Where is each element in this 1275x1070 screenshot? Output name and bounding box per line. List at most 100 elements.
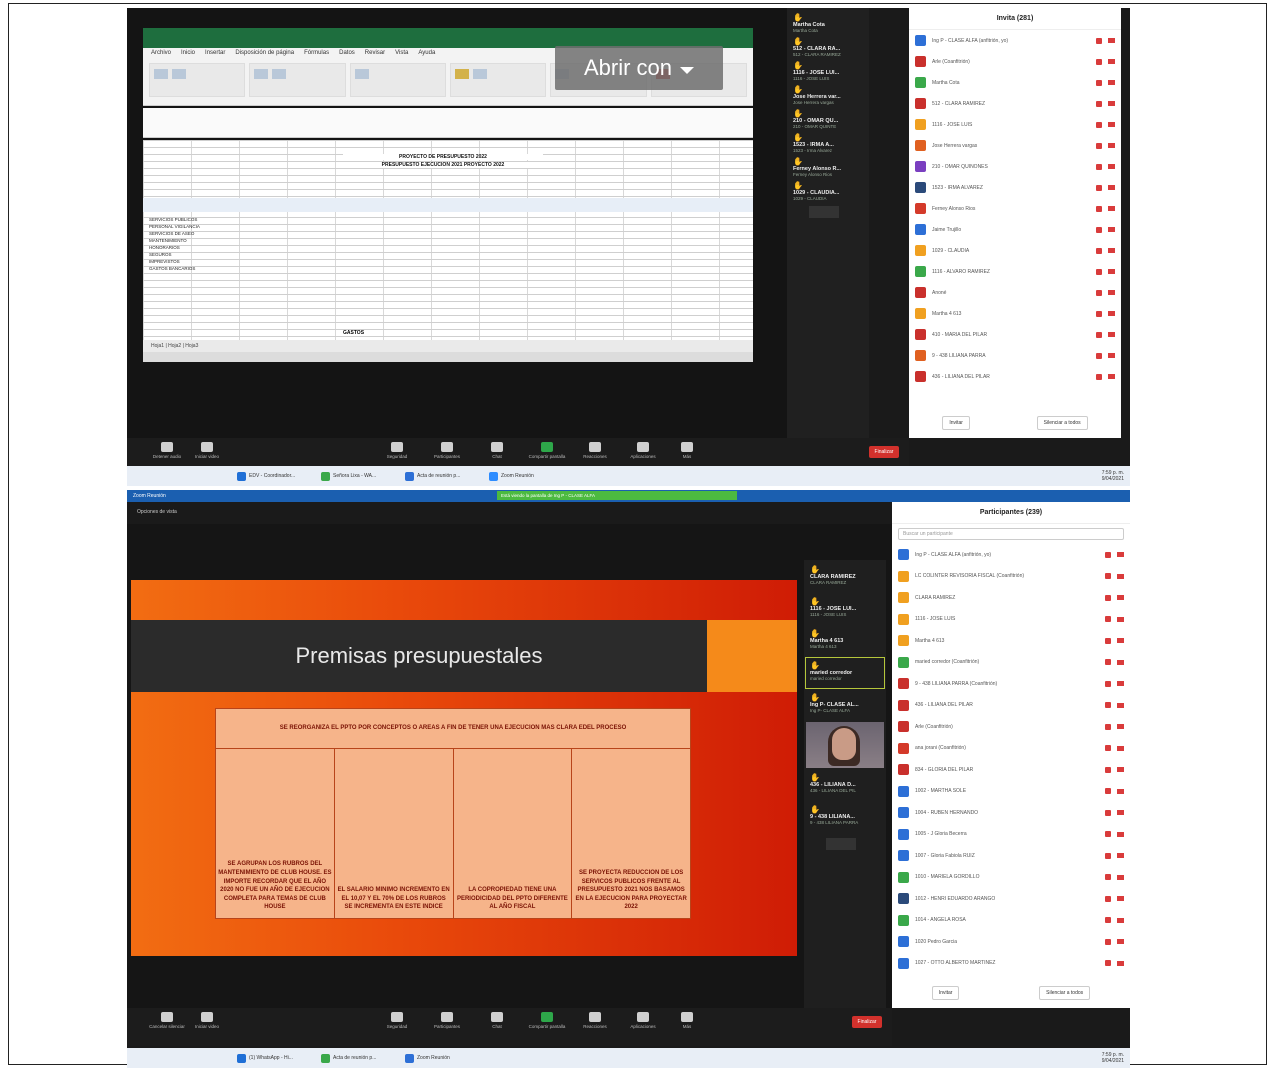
mute-all-button[interactable]: Silenciar a todos (1039, 986, 1091, 1000)
video-off-icon[interactable] (1117, 939, 1124, 945)
search-input[interactable]: Buscar un participante (898, 528, 1124, 540)
mic-muted-icon[interactable] (1105, 680, 1111, 687)
participant-row[interactable]: 9 - 438 LILIANA PARRA (909, 345, 1121, 366)
gallery-tile[interactable]: ✋ Ing P- CLASE AL... Ing P- CLASE ALFA (806, 690, 884, 720)
participant-row[interactable]: 436 - LILIANA DEL PILAR (892, 695, 1130, 717)
video-off-icon[interactable] (1108, 374, 1115, 379)
video-off-icon[interactable] (1108, 290, 1115, 295)
ribbon-tab[interactable]: Vista (395, 50, 408, 58)
toolbar-button[interactable]: Seguridad (377, 1012, 417, 1029)
toolbar-button[interactable]: Cancelar silenciar (147, 1012, 187, 1029)
participant-row[interactable]: ana jorani (Coanfitrión) (892, 738, 1130, 760)
ribbon-group[interactable] (249, 63, 346, 97)
mic-muted-icon[interactable] (1096, 331, 1102, 338)
taskbar-app[interactable]: EDV - Coordinador... (237, 470, 295, 482)
toolbar-button[interactable]: Participantes (427, 1012, 467, 1029)
video-off-icon[interactable] (1108, 122, 1115, 127)
toolbar-button[interactable]: Detener audio (147, 442, 187, 459)
toolbar-button[interactable]: Reacciones (575, 1012, 615, 1029)
video-off-icon[interactable] (1108, 269, 1115, 274)
ribbon-group[interactable] (149, 63, 246, 97)
participant-row[interactable]: 9 - 438 LILIANA PARRA (Coanfitrión) (892, 673, 1130, 695)
mic-muted-icon[interactable] (1105, 938, 1111, 945)
ribbon-tab[interactable]: Archivo (151, 50, 171, 58)
mic-muted-icon[interactable] (1105, 917, 1111, 924)
participant-row[interactable]: 1020 Pedro Garcia (892, 931, 1130, 953)
mic-muted-icon[interactable] (1105, 659, 1111, 666)
gallery-tile[interactable]: ✋ 1116 - JOSE LUI... 1116 - JOSE LUIS (806, 594, 884, 624)
video-off-icon[interactable] (1117, 853, 1124, 859)
mic-muted-icon[interactable] (1096, 247, 1102, 254)
video-off-icon[interactable] (1108, 164, 1115, 169)
mute-all-button[interactable]: Silenciar a todos (1036, 416, 1088, 430)
gallery-tile[interactable]: ✋ 512 - CLARA RA... 512 - CLARA RAMIREZ (789, 34, 867, 58)
mic-muted-icon[interactable] (1105, 745, 1111, 752)
mic-muted-icon[interactable] (1096, 289, 1102, 296)
mic-muted-icon[interactable] (1096, 100, 1102, 107)
gallery-tile[interactable]: ✋ 1116 - JOSE LUI... 1116 - JOSE LUIS (789, 58, 867, 82)
gallery-tile[interactable]: ✋ 9 - 438 LILIANA... 9 - 438 LILIANA PARRA (806, 802, 884, 832)
mic-muted-icon[interactable] (1096, 184, 1102, 191)
video-off-icon[interactable] (1108, 59, 1115, 64)
mic-muted-icon[interactable] (1096, 37, 1102, 44)
participant-row[interactable]: Ing P - CLASE ALFA (anfitrión, yo) (892, 544, 1130, 566)
end-meeting-button[interactable]: Finalizar (869, 446, 899, 458)
open-with-button[interactable]: Abrir con (555, 46, 723, 90)
taskbar-app[interactable]: Zoom Reunión (405, 1052, 450, 1064)
participant-row[interactable]: 1005 - J Gloria Becerra (892, 824, 1130, 846)
participant-row[interactable]: 1523 - IRMA ALVAREZ (909, 177, 1121, 198)
video-off-icon[interactable] (1108, 353, 1115, 358)
gallery-tile[interactable]: ✋ Jose Herrera var... Jose Herrera vargas (789, 82, 867, 106)
video-off-icon[interactable] (1117, 724, 1124, 730)
invite-button[interactable]: Invitar (942, 416, 970, 430)
gallery-tile[interactable]: ✋ Martha 4 613 Martha 4 613 (806, 626, 884, 656)
ribbon-tab[interactable]: Fórmulas (304, 50, 329, 58)
gallery-tile[interactable]: ✋ Martha Cota Martha Cota (789, 10, 867, 34)
view-options-button[interactable]: Opciones de vista (137, 509, 177, 515)
mic-muted-icon[interactable] (1096, 373, 1102, 380)
participant-row[interactable]: Martha Cota (909, 72, 1121, 93)
video-off-icon[interactable] (1117, 810, 1124, 816)
participant-row[interactable]: Jaime Trujillo (909, 219, 1121, 240)
participant-row[interactable]: Arle (Coanfitrión) (892, 716, 1130, 738)
toolbar-button[interactable]: Aplicaciones (623, 442, 663, 459)
mic-muted-icon[interactable] (1105, 723, 1111, 730)
video-off-icon[interactable] (1117, 896, 1124, 902)
spreadsheet-grid[interactable]: PROYECTO DE PRESUPUESTO 2022 PRESUPUESTO… (143, 140, 753, 340)
video-off-icon[interactable] (1108, 101, 1115, 106)
ribbon-group[interactable] (449, 63, 547, 97)
participant-row[interactable]: 1012 - HENRI EDUARDO ARANGO (892, 888, 1130, 910)
mic-muted-icon[interactable] (1105, 551, 1111, 558)
participant-row[interactable]: 1027 - OTTO ALBERTO MARTINEZ (892, 953, 1130, 975)
video-off-icon[interactable] (1108, 332, 1115, 337)
participant-row[interactable]: 1014 - ANGELA ROSA (892, 910, 1130, 932)
mic-muted-icon[interactable] (1105, 874, 1111, 881)
video-off-icon[interactable] (1117, 681, 1124, 687)
mic-muted-icon[interactable] (1096, 163, 1102, 170)
participant-row[interactable]: Martha 4 613 (892, 630, 1130, 652)
mic-muted-icon[interactable] (1105, 594, 1111, 601)
formula-bar[interactable] (143, 108, 753, 138)
ribbon-group[interactable] (349, 63, 446, 97)
mic-muted-icon[interactable] (1096, 268, 1102, 275)
video-off-icon[interactable] (1108, 143, 1115, 148)
participant-row[interactable]: 1007 - Gloria Fabiola RUIZ (892, 845, 1130, 867)
participant-row[interactable]: 210 - OMAR QUIÑONES (909, 156, 1121, 177)
participant-row[interactable]: Martha 4 613 (909, 303, 1121, 324)
toolbar-button[interactable]: Iniciar video (187, 442, 227, 459)
participant-row[interactable]: 1029 - CLAUDIA (909, 240, 1121, 261)
video-off-icon[interactable] (1117, 767, 1124, 773)
mic-muted-icon[interactable] (1096, 352, 1102, 359)
mic-muted-icon[interactable] (1105, 766, 1111, 773)
video-off-icon[interactable] (1108, 248, 1115, 253)
video-off-icon[interactable] (1117, 638, 1124, 644)
participant-row[interactable]: 1002 - MARTHA SOLE (892, 781, 1130, 803)
mic-muted-icon[interactable] (1105, 831, 1111, 838)
video-off-icon[interactable] (1117, 702, 1124, 708)
video-off-icon[interactable] (1117, 595, 1124, 601)
mic-muted-icon[interactable] (1105, 702, 1111, 709)
gallery-tile[interactable]: ✋ Ferney Alonso R... Ferney Alonso Rios (789, 154, 867, 178)
ribbon-tab[interactable]: Revisar (365, 50, 385, 58)
gallery-scroll-button[interactable] (809, 206, 839, 218)
mic-muted-icon[interactable] (1105, 637, 1111, 644)
